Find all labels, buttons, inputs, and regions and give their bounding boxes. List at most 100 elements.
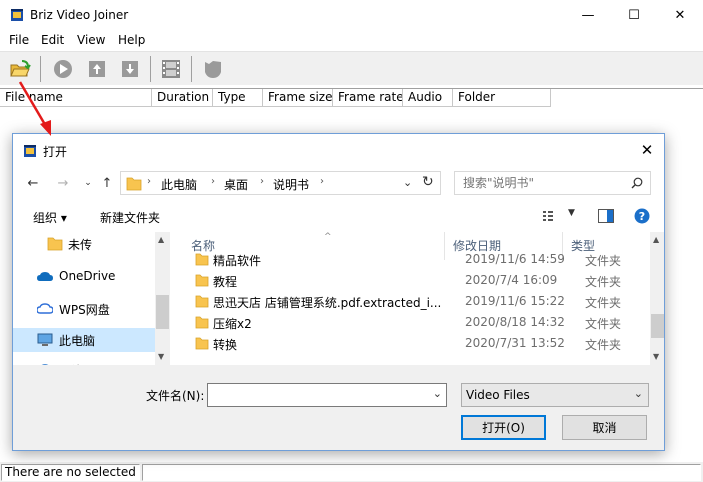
join-film-icon[interactable] [160, 58, 182, 80]
up-arrow-icon[interactable]: ↑ [98, 174, 116, 192]
file-pane[interactable]: 名称 ^ 修改日期 类型 精品软件 2019/11/6 14:59 文件夹 教程… [183, 232, 650, 365]
folder-icon [195, 274, 209, 287]
nav-item-onedrive[interactable]: OneDrive [13, 265, 155, 289]
breadcrumb-manual[interactable]: 说明书 [273, 176, 309, 193]
close-button[interactable]: ✕ [657, 0, 703, 30]
chevron-down-icon[interactable]: ⌄ [433, 387, 442, 400]
app-film-icon [24, 145, 36, 157]
scroll-up-icon[interactable]: ▲ [653, 235, 659, 244]
file-type: 文件夹 [585, 338, 622, 352]
menu-file[interactable]: File [9, 33, 29, 47]
nav-item-wps-cloud[interactable]: WPS网盘 [13, 297, 155, 321]
play-icon[interactable] [52, 58, 74, 80]
maximize-button[interactable]: ☐ [611, 0, 657, 30]
file-name: 教程 [213, 275, 238, 289]
file-type-value: Video Files [466, 388, 530, 402]
breadcrumb-separator-icon: › [211, 176, 215, 187]
nav-item-label: OneDrive [59, 269, 116, 283]
search-box[interactable] [454, 171, 651, 195]
open-folder-icon[interactable] [9, 58, 31, 80]
clear-icon[interactable] [202, 58, 224, 80]
folder-icon [126, 177, 142, 191]
folder-icon [195, 316, 209, 329]
filename-combo[interactable]: ⌄ [207, 383, 447, 407]
recent-dropdown-icon[interactable]: ⌄ [79, 174, 97, 192]
column-audio[interactable]: Audio [403, 89, 453, 107]
folder-icon [195, 337, 209, 350]
scrollbar-thumb[interactable] [651, 314, 664, 338]
filename-label: 文件名(N): [146, 389, 205, 403]
column-duration[interactable]: Duration [152, 89, 213, 107]
navigation-pane[interactable]: 未传 OneDrive WPS网盘 此电脑 网络 [13, 232, 168, 365]
toolbar-separator [40, 56, 41, 82]
minimize-button[interactable]: — [565, 0, 611, 30]
svg-text:?: ? [639, 210, 645, 223]
refresh-icon[interactable]: ↻ [422, 174, 434, 190]
breadcrumb-desktop[interactable]: 桌面 [224, 176, 248, 193]
column-frame-rate[interactable]: Frame rate [333, 89, 403, 107]
menu-help[interactable]: Help [118, 33, 145, 47]
file-date: 2020/8/18 14:32 [465, 315, 565, 329]
view-dropdown-icon[interactable]: ▼ [568, 208, 575, 218]
cancel-button[interactable]: 取消 [562, 415, 647, 440]
close-icon: ✕ [674, 7, 686, 23]
folder-icon [195, 295, 209, 308]
file-type: 文件夹 [585, 254, 622, 268]
search-icon [631, 177, 643, 189]
scroll-up-icon[interactable]: ▲ [158, 235, 164, 244]
address-dropdown-icon[interactable]: ⌄ [403, 176, 412, 189]
help-icon[interactable]: ? [634, 208, 650, 224]
filename-input[interactable] [212, 388, 422, 402]
file-type: 文件夹 [585, 296, 622, 310]
move-down-icon[interactable] [119, 58, 141, 80]
command-bar: 组织 ▾ 新建文件夹 ▼ ? [13, 202, 664, 230]
minimize-icon: — [581, 7, 595, 23]
scroll-down-icon[interactable]: ▼ [653, 352, 659, 361]
move-up-icon[interactable] [86, 58, 108, 80]
file-scrollbar[interactable]: ▲ ▼ [650, 232, 664, 365]
open-button[interactable]: 打开(O) [461, 415, 546, 440]
cloud-icon [37, 272, 53, 281]
back-arrow-icon[interactable]: ← [24, 174, 42, 192]
list-item[interactable]: 思迅天店 店铺管理系统.pdf.extracted_i... 2019/11/6… [183, 291, 650, 312]
forward-arrow-icon[interactable]: → [54, 174, 72, 192]
breadcrumb-this-pc[interactable]: 此电脑 [161, 176, 197, 193]
toolbar-separator [150, 56, 151, 82]
nav-item-this-pc[interactable]: 此电脑 [13, 328, 155, 352]
preview-pane-icon[interactable] [598, 209, 614, 223]
chevron-down-icon: ⌄ [633, 387, 643, 400]
list-item[interactable]: 压缩x2 2020/8/18 14:32 文件夹 [183, 312, 650, 333]
search-input[interactable] [463, 176, 623, 190]
navigation-row: ← → ⌄ ↑ › 此电脑 › 桌面 › 说明书 › ⌄ ↻ [13, 167, 664, 199]
file-date: 2019/11/6 14:59 [465, 252, 565, 266]
nav-item-network[interactable]: 网络 [13, 358, 155, 365]
column-type[interactable]: Type [213, 89, 263, 107]
status-pane-empty [142, 464, 701, 481]
organize-menu[interactable]: 组织 ▾ [33, 209, 67, 226]
navigation-scrollbar[interactable]: ▲ ▼ [155, 232, 170, 365]
dialog-close-button[interactable]: ✕ [632, 138, 662, 162]
column-file-name[interactable]: File name [0, 89, 152, 107]
nav-item-weichuan[interactable]: 未传 [13, 232, 155, 256]
column-folder[interactable]: Folder [453, 89, 551, 107]
breadcrumb-separator-icon: › [147, 176, 151, 187]
view-options-icon[interactable] [543, 210, 559, 222]
scroll-down-icon[interactable]: ▼ [158, 352, 164, 361]
file-name: 精品软件 [213, 254, 262, 268]
file-type-select[interactable]: Video Files ⌄ [461, 383, 649, 407]
list-item[interactable]: 精品软件 2019/11/6 14:59 文件夹 [183, 249, 650, 270]
nav-item-label: 未传 [68, 238, 93, 252]
new-folder-button[interactable]: 新建文件夹 [100, 209, 160, 226]
list-item[interactable]: 转换 2020/7/31 13:52 文件夹 [183, 333, 650, 354]
wps-cloud-icon [37, 303, 53, 314]
toolbar-separator [191, 56, 192, 82]
status-bar: There are no selected f [0, 462, 703, 482]
scrollbar-thumb[interactable] [156, 295, 169, 329]
file-name: 转换 [213, 338, 238, 352]
maximize-icon: ☐ [628, 7, 640, 23]
column-frame-size[interactable]: Frame size [263, 89, 333, 107]
menu-edit[interactable]: Edit [41, 33, 64, 47]
list-item[interactable]: 教程 2020/7/4 16:09 文件夹 [183, 270, 650, 291]
menu-view[interactable]: View [77, 33, 105, 47]
address-bar[interactable]: › 此电脑 › 桌面 › 说明书 › ⌄ ↻ [120, 171, 441, 195]
